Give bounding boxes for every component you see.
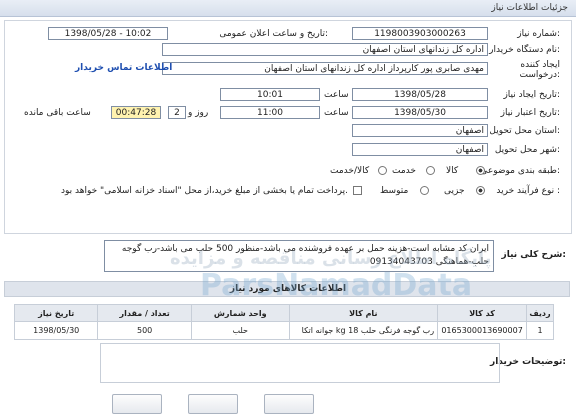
col-need-date: تاریخ نیاز (13, 304, 99, 322)
item-name-cell: رب گوجه فرنگی حلب 18 kg جوانه اتکا (288, 321, 439, 340)
purchase-radio-minor[interactable] (476, 186, 485, 195)
create-time-label: ساعت (324, 90, 349, 100)
category-radio-goods[interactable] (476, 166, 485, 175)
col-item-name: نام کالا (288, 304, 439, 322)
buyer-notes-label: توضیحات خریدار: (490, 357, 566, 367)
deadline-time-field[interactable]: 11:00 (220, 106, 320, 119)
requester-label: ایجاد کننده درخواست: (519, 60, 561, 80)
remaining-label: ساعت باقی مانده (24, 108, 91, 118)
create-date-label: تاریخ ایجاد نیاز: (503, 90, 560, 100)
category-label: طبقه بندی موضوعی: (480, 166, 560, 176)
deadline-date-field[interactable]: 1398/05/30 (352, 106, 488, 119)
attachments-button[interactable] (264, 394, 314, 414)
purchase-type-label: نوع فرآیند خرید : (496, 186, 560, 196)
buyer-org-field[interactable]: اداره کل زندانهای استان اصفهان (162, 43, 488, 56)
col-item-code: کد کالا (437, 304, 528, 322)
unit-cell: حلب (190, 321, 290, 340)
purchase-option-minor: جزیی (444, 186, 465, 196)
col-unit: واحد شمارش (190, 304, 290, 322)
payment-note: پرداخت تمام یا بخشی از مبلغ خرید،از محل … (60, 186, 348, 196)
category-radio-goods-service[interactable] (378, 166, 387, 175)
announce-field[interactable]: 1398/05/28 - 10:02 (48, 27, 168, 40)
requester-field[interactable]: مهدی صابری پور کارپرداز اداره کل زندانها… (162, 62, 488, 75)
deadline-time-label: ساعت (324, 108, 349, 118)
need-date-cell: 1398/05/30 (13, 321, 99, 340)
goods-table: ردیف کد کالا نام کالا واحد شمارش تعداد /… (13, 304, 554, 340)
need-number-label: شماره نیاز: (517, 29, 560, 39)
col-quantity: تعداد / مقدار (97, 304, 192, 322)
table-row[interactable]: 1 0165300013690007 رب گوجه فرنگی حلب 18 … (13, 321, 554, 340)
category-radio-service[interactable] (426, 166, 435, 175)
create-date-field[interactable]: 1398/05/28 (352, 88, 488, 101)
need-number-field[interactable]: 1198003903000263 (352, 27, 488, 40)
page-title: جزئیات اطلاعات نیاز (491, 3, 568, 13)
description-label: شرح کلی نیاز: (501, 250, 566, 260)
province-label: استان محل تحویل: (489, 126, 560, 136)
city-label: شهر محل تحویل: (494, 145, 560, 155)
goods-section-label: اطلاعات کالاهای مورد نیاز (229, 284, 347, 294)
buyer-org-label: نام دستگاه خریدار: (489, 45, 560, 55)
category-option-goods: کالا (446, 166, 459, 176)
day-and-label: روز و (188, 108, 209, 118)
create-time-field[interactable]: 10:01 (220, 88, 320, 101)
buyer-contact-link[interactable]: اطلاعات تماس خریدار (75, 63, 172, 73)
buyer-notes-field[interactable] (100, 343, 500, 383)
city-field[interactable]: اصفهان (352, 143, 488, 156)
quantity-cell: 500 (97, 321, 192, 340)
treasury-bonds-checkbox[interactable] (353, 186, 362, 195)
deadline-label: تاریخ اعتبار نیاز: (500, 108, 560, 118)
goods-table-header-row: ردیف کد کالا نام کالا واحد شمارش تعداد /… (13, 304, 554, 322)
purchase-option-medium: متوسط (380, 186, 409, 196)
description-field[interactable]: ایران کد مشابه است-هزینه حمل بر عهده فرو… (104, 240, 494, 272)
category-option-goods-service: کالا/خدمت (330, 166, 370, 176)
category-option-service: خدمت (392, 166, 416, 176)
item-code-cell: 0165300013690007 (437, 321, 528, 340)
page-header: جزئیات اطلاعات نیاز (0, 0, 576, 17)
col-row-number: ردیف (526, 304, 554, 322)
print-button[interactable] (112, 394, 162, 414)
back-button[interactable] (188, 394, 238, 414)
days-field[interactable]: 2 (168, 106, 186, 119)
announce-label: تاریخ و ساعت اعلان عمومی: (219, 29, 328, 39)
row-number-cell: 1 (526, 321, 554, 340)
purchase-radio-medium[interactable] (420, 186, 429, 195)
remaining-time-field: 00:47:28 (111, 106, 161, 119)
province-field[interactable]: اصفهان (352, 124, 488, 137)
